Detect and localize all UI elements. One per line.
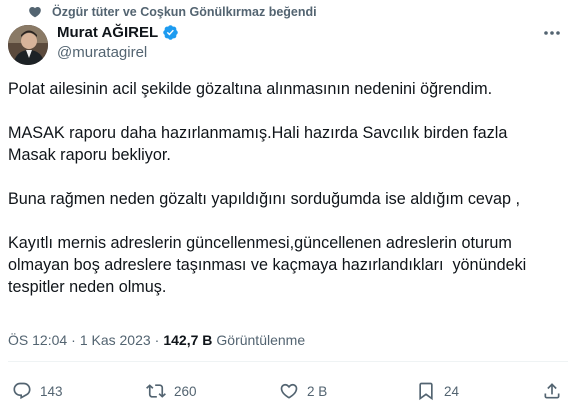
meta-separator: · bbox=[154, 332, 160, 348]
avatar[interactable] bbox=[8, 25, 48, 65]
avatar-image bbox=[8, 25, 48, 65]
tweet-line: MASAK raporu daha hazırlanmamış.Hali haz… bbox=[8, 124, 508, 142]
tweet-meta: ÖS 12:04 · 1 Kas 2023 · 142,7 B Görüntül… bbox=[8, 332, 305, 348]
more-options-button[interactable] bbox=[542, 24, 562, 42]
reply-count: 143 bbox=[40, 383, 63, 399]
more-icon bbox=[544, 31, 560, 35]
views-count: 142,7 B bbox=[163, 332, 213, 348]
bookmark-count: 24 bbox=[444, 383, 460, 399]
like-count: 2 B bbox=[307, 383, 328, 399]
meta-separator: · bbox=[71, 332, 76, 348]
tweet-time[interactable]: ÖS 12:04 bbox=[8, 332, 67, 348]
tweet-line: Buna rağmen neden gözaltı yapıldığını so… bbox=[8, 190, 521, 208]
heart-icon bbox=[29, 7, 41, 18]
author-name-row[interactable]: Murat AĞIREL bbox=[57, 24, 179, 41]
social-context[interactable]: Özgür tüter ve Coşkun Gönülkırmaz beğend… bbox=[28, 4, 317, 20]
retweet-icon bbox=[146, 384, 166, 398]
retweet-count: 260 bbox=[174, 383, 197, 399]
action-bar: 143 260 2 B 24 bbox=[8, 380, 568, 402]
views-label: Görüntülenme bbox=[216, 332, 306, 348]
like-button[interactable]: 2 B bbox=[279, 380, 327, 402]
tweet-line: tespitler neden olmuş. bbox=[8, 278, 167, 296]
tweet-date[interactable]: 1 Kas 2023 bbox=[80, 332, 151, 348]
share-icon bbox=[544, 383, 560, 399]
reply-button[interactable]: 143 bbox=[12, 380, 63, 402]
tweet-text: Polat ailesinin acil şekilde gözaltına a… bbox=[8, 78, 568, 298]
author-handle[interactable]: @muratagirel bbox=[57, 44, 147, 61]
retweet-button[interactable]: 260 bbox=[146, 380, 197, 402]
reply-icon bbox=[13, 382, 31, 400]
bookmark-icon bbox=[419, 382, 433, 401]
tweet-line: Kayıtlı mernis adreslerin güncellenmesi,… bbox=[8, 234, 512, 252]
author-name[interactable]: Murat AĞIREL bbox=[57, 24, 158, 41]
bookmark-button[interactable]: 24 bbox=[416, 380, 459, 402]
divider bbox=[8, 361, 568, 362]
tweet-line: Polat ailesinin acil şekilde gözaltına a… bbox=[8, 80, 493, 98]
tweet-line: olmayan boş adreslere taşınması ve kaçma… bbox=[8, 256, 527, 274]
share-button[interactable] bbox=[542, 380, 562, 402]
verified-badge-icon bbox=[163, 25, 178, 40]
heart-icon bbox=[280, 383, 298, 399]
social-context-text: Özgür tüter ve Coşkun Gönülkırmaz beğend… bbox=[52, 5, 317, 19]
tweet-line: Masak raporu bekliyor. bbox=[8, 146, 171, 164]
